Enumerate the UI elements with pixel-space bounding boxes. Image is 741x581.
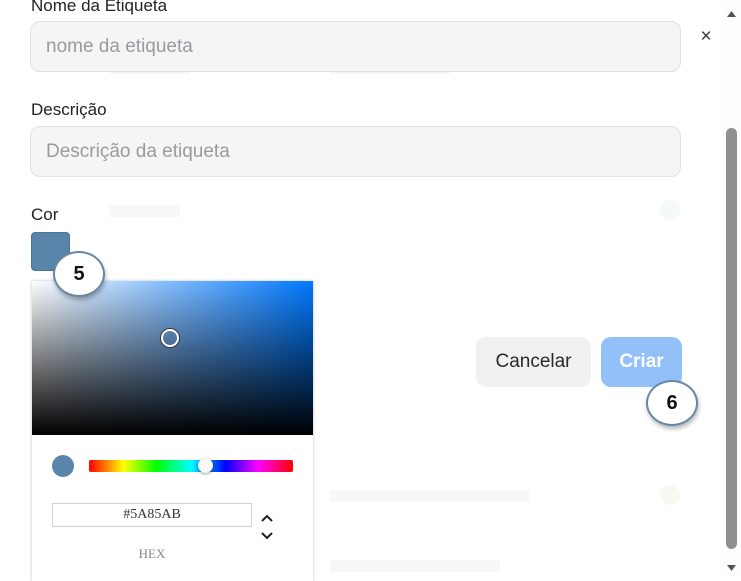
name-label: Nome da Etiqueta [31,0,168,15]
hex-format-label: HEX [138,546,166,561]
name-input[interactable]: nome da etiqueta [30,21,681,72]
close-icon[interactable]: × [697,27,715,47]
step-badge-6: 6 [646,380,698,426]
description-label: Descrição [31,100,107,119]
saturation-value-area[interactable] [32,281,313,435]
step-badge-5: 5 [53,251,105,297]
description-input[interactable]: Descrição da etiqueta [30,126,681,177]
saturation-handle[interactable] [161,329,179,347]
scroll-down-icon[interactable] [725,560,738,571]
color-picker-popover: #5A85AB HEX [32,281,313,581]
scrollbar-thumb[interactable] [726,128,737,549]
cancel-button[interactable]: Cancelar [476,337,591,387]
color-preview-dot [52,455,74,477]
scroll-up-icon[interactable] [725,6,738,17]
hue-slider[interactable] [89,460,293,472]
hue-slider-handle[interactable] [198,458,213,473]
hex-input[interactable]: #5A85AB [52,503,252,527]
color-label: Cor [31,205,59,224]
format-toggle-icon[interactable] [260,513,274,541]
